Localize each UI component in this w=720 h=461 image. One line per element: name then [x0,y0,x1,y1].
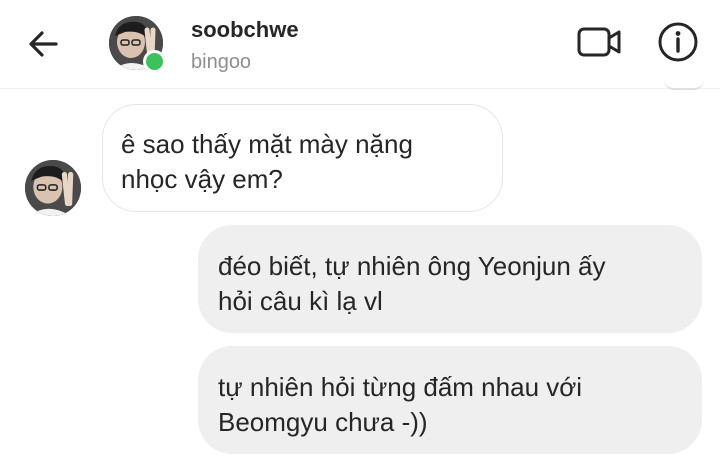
message-text-line: ê sao thấy mặt mày nặng [121,129,413,159]
message-text-line: tự nhiên hỏi từng đấm nhau với [218,372,583,402]
scroll-indicator [664,80,704,90]
back-arrow-icon [29,31,58,57]
message-bubble-incoming[interactable]: ê sao thấy mặt mày nặng nhọc vậy em? [102,104,503,212]
info-button[interactable] [656,20,700,64]
chat-subtitle: bingoo [191,51,252,73]
sender-avatar[interactable] [25,160,81,216]
chat-username[interactable]: soobchwe [191,17,299,43]
message-bubble-outgoing[interactable]: tự nhiên hỏi từng đấm nhau với Beomgyu c… [198,346,702,454]
message-bubble-outgoing[interactable]: đéo biết, tự nhiên ông Yeonjun ấy hỏi câ… [198,225,702,333]
video-camera-icon [577,27,621,57]
online-status-dot [143,50,166,73]
message-text-line: Beomgyu chưa -)) [218,407,428,437]
message-text-line: hỏi câu kì lạ vl [218,286,383,316]
info-icon [658,22,698,62]
message-text-line: nhọc vậy em? [121,164,283,194]
video-call-button[interactable] [576,20,624,64]
back-button[interactable] [24,24,64,64]
chat-header: soobchwe bingoo [0,0,720,89]
profile-avatar[interactable] [109,16,166,73]
message-text-line: đéo biết, tự nhiên ông Yeonjun ấy [218,251,606,281]
